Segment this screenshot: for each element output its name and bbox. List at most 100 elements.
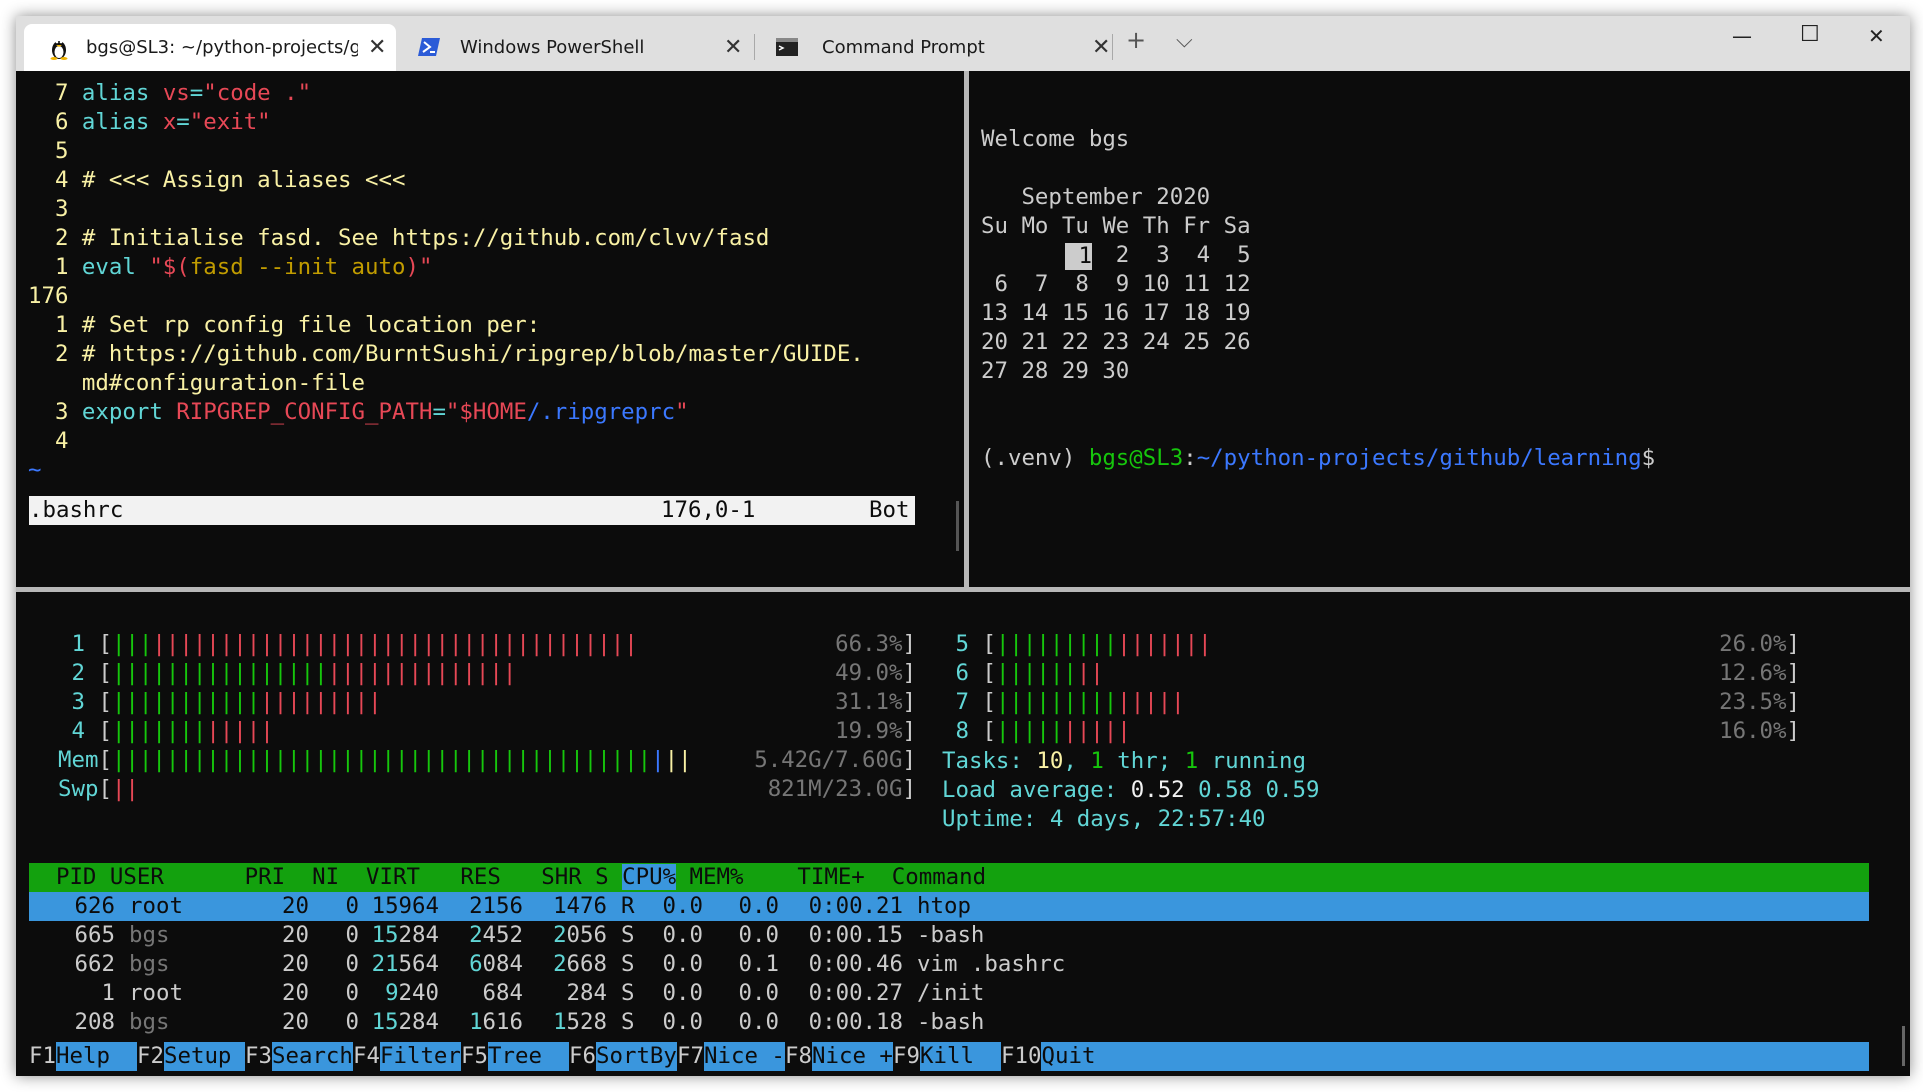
fkey-label[interactable]: Search	[272, 1042, 353, 1071]
vim-text: "exit"	[189, 109, 271, 135]
vim-pane[interactable]: 7 alias vs="code ." 6 alias x="exit" 5 4…	[16, 71, 964, 587]
prompt-user: bgs@SL3	[1088, 445, 1184, 471]
vim-text: alias	[81, 80, 150, 106]
shell-pane[interactable]: Welcome bgs September 2020 Su Mo Tu We T…	[969, 71, 1910, 587]
vim-line: 3	[28, 195, 82, 224]
vim-text: "code ."	[203, 80, 312, 106]
process-row[interactable]: 1 root 20 0 9240 684 284 S 0.0 0.0 0:00.27/init	[29, 979, 1869, 1008]
fkey-label[interactable]: Setup	[164, 1042, 245, 1071]
meter-bracket: [	[98, 747, 112, 773]
fkey-label[interactable]: Filter	[380, 1042, 461, 1071]
process-res: 684	[482, 980, 523, 1006]
vim-line-number: 5	[28, 138, 82, 164]
process-value-units: 084	[482, 951, 523, 977]
dropdown-button[interactable]: ⌵	[1176, 28, 1193, 53]
close-icon[interactable]: ✕	[724, 35, 742, 60]
fkey-label[interactable]: Kill	[920, 1042, 1001, 1071]
htop-meter: 6 [||||||||	[942, 659, 1103, 688]
shell-prompt[interactable]: (.venv) bgs@SL3:~/python-projects/github…	[981, 444, 1655, 473]
process-time: 0:00.27	[808, 980, 903, 1006]
meter-label: 6	[942, 660, 969, 686]
close-window-button[interactable]: ✕	[1868, 24, 1885, 48]
new-tab-button[interactable]: +	[1126, 26, 1146, 54]
fkey-f10[interactable]: F10	[1001, 1042, 1042, 1071]
fkey-f5[interactable]: F5	[461, 1042, 488, 1071]
fkey-f9[interactable]: F9	[893, 1042, 920, 1071]
fkey-f4[interactable]: F4	[353, 1042, 380, 1071]
htop-meter: 8 [||||||||||	[942, 717, 1130, 746]
uptime-value: 4 days, 22:57:40	[1049, 806, 1266, 832]
fkey-f2[interactable]: F2	[137, 1042, 164, 1071]
fkey-f7[interactable]: F7	[677, 1042, 704, 1071]
htop-meter: Swp[||	[58, 775, 139, 804]
vim-line-number: 7	[28, 80, 82, 106]
fkey-label[interactable]: Nice -	[704, 1042, 785, 1071]
meter-bar-blue: |	[651, 747, 665, 773]
vim-text: # https://github.com/BurntSushi/ripgrep/…	[81, 341, 864, 367]
htop-scrollbar[interactable]	[1902, 1026, 1905, 1066]
vim-line: 1 # Set rp config file location per:	[28, 311, 540, 340]
vim-scrollbar[interactable]	[956, 501, 959, 551]
process-value-thousands: 1	[469, 1009, 483, 1035]
process-time: 0:00.18	[808, 1009, 903, 1035]
process-ni: 0	[345, 951, 359, 977]
vim-text: fasd --init auto	[189, 254, 406, 280]
meter-value: 12.6%]	[1580, 659, 1800, 688]
vim-text: /.ripgreprc	[526, 399, 676, 425]
process-s: S	[621, 922, 635, 948]
htop-pane[interactable]: 1 [|||||||||||||||||||||||||||||||||||||…	[16, 592, 1910, 1076]
fkey-f3[interactable]: F3	[245, 1042, 272, 1071]
meter-bar-red: |||||||||	[260, 689, 382, 715]
htop-meter: 4 [||||||||||||	[58, 717, 273, 746]
process-row[interactable]: 665 bgs 20 0 15284 2452 2056 S 0.0 0.0 0:00.15 -bas…	[29, 921, 1869, 950]
fkey-f1[interactable]: F1	[29, 1042, 56, 1071]
minimize-button[interactable]: —	[1732, 24, 1752, 48]
process-value-thousands: 6	[469, 951, 483, 977]
fkey-label[interactable]: SortBy	[596, 1042, 677, 1071]
fkey-label[interactable]: Help	[56, 1042, 137, 1071]
close-icon[interactable]: ✕	[1092, 35, 1110, 60]
vim-text: export	[81, 399, 163, 425]
process-pri: 20	[282, 951, 309, 977]
process-shr: 2668	[523, 950, 607, 979]
prompt-path: ~/python-projects/github/learning	[1196, 445, 1642, 471]
meter-value-text: 26.0%	[1719, 631, 1787, 657]
process-user: bgs	[129, 951, 170, 977]
fkey-label[interactable]: Tree	[488, 1042, 569, 1071]
vim-text: vs	[162, 80, 190, 106]
tab-powershell[interactable]: Windows PowerShell ✕	[404, 24, 754, 71]
vim-text: "	[445, 399, 460, 425]
maximize-button[interactable]: ☐	[1800, 22, 1820, 47]
close-icon[interactable]: ✕	[368, 35, 386, 60]
process-s: S	[621, 1009, 635, 1035]
tab-label: bgs@SL3: ~/python-projects/gi	[86, 37, 358, 58]
process-cpu: 0.0	[662, 1009, 703, 1035]
tab-ubuntu[interactable]: bgs@SL3: ~/python-projects/gi ✕	[24, 24, 396, 71]
meter-label: 1	[58, 631, 85, 657]
process-row[interactable]: 662 bgs 20 0 21564 6084 2668 S 0.0 0.1 0:00.46 vim …	[29, 950, 1869, 979]
fkey-label[interactable]: Quit	[1042, 1042, 1096, 1071]
process-pid: 1	[101, 980, 115, 1006]
meter-bracket: ]	[902, 631, 916, 657]
fkey-label[interactable]: Nice +	[812, 1042, 893, 1071]
tab-command-prompt[interactable]: Command Prompt ✕	[762, 24, 1112, 71]
header-cpu-sorted[interactable]: CPU%	[622, 864, 677, 890]
linux-penguin-icon	[50, 40, 68, 60]
prompt-venv: (.venv)	[981, 445, 1089, 471]
process-row[interactable]: 208 bgs 20 0 15284 1616 1528 S 0.0 0.0 0:00.18 -bas…	[29, 1008, 1869, 1037]
vim-line: 6 alias x="exit"	[28, 108, 271, 137]
vim-line: 3 export RIPGREP_CONFIG_PATH="$HOME/.rip…	[28, 398, 689, 427]
meter-value-text: 821M/23.0G	[767, 776, 903, 802]
meter-bracket: [	[98, 776, 112, 802]
fkey-f6[interactable]: F6	[569, 1042, 596, 1071]
vim-status-file: .bashrc	[29, 497, 124, 523]
process-table-header[interactable]: PID USER PRI NI VIRT RES SHR S CPU% MEM%…	[29, 863, 1869, 892]
meter-bracket: ]	[902, 660, 916, 686]
threads-label: thr;	[1103, 748, 1185, 774]
meter-bar-yellow: ||	[664, 747, 692, 773]
meter-value: 5.42G/7.60G]	[696, 746, 916, 775]
process-value-units: 668	[566, 951, 607, 977]
fkey-f8[interactable]: F8	[785, 1042, 812, 1071]
prompt-dollar: $	[1641, 445, 1656, 471]
process-row[interactable]: 626 root 20 0 15964 2156 1476 R 0.0 0.0 0:00.21 hto…	[29, 892, 1869, 921]
